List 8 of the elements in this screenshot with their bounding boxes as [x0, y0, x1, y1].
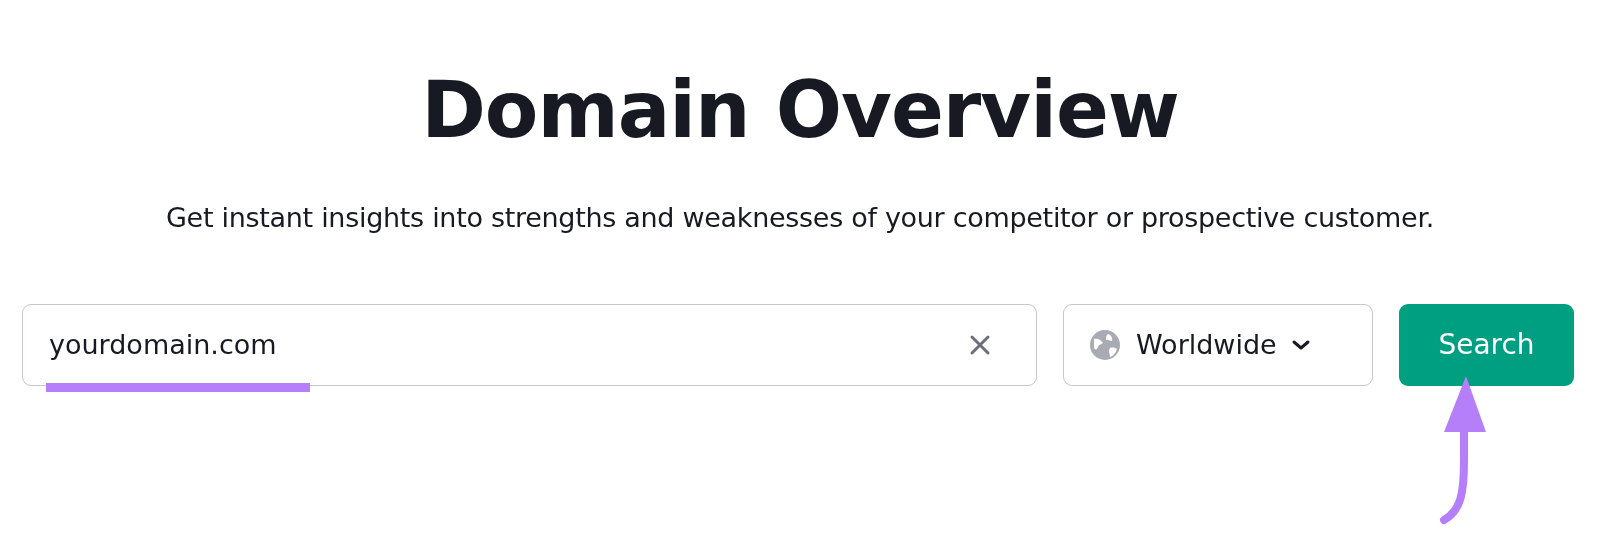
- page-title: Domain Overview: [420, 64, 1180, 154]
- close-icon[interactable]: [969, 334, 991, 357]
- page-subtitle: Get instant insights into strengths and weaknesses of your competitor or prospective customer.: [164, 200, 1435, 235]
- chevron-down-icon: [1290, 339, 1311, 352]
- region-label: Worldwide: [1136, 328, 1277, 363]
- region-dropdown[interactable]: Worldwide: [1063, 304, 1373, 387]
- domain-input-field[interactable]: yourdomain.com: [22, 304, 1037, 387]
- globe-icon: [1088, 328, 1122, 363]
